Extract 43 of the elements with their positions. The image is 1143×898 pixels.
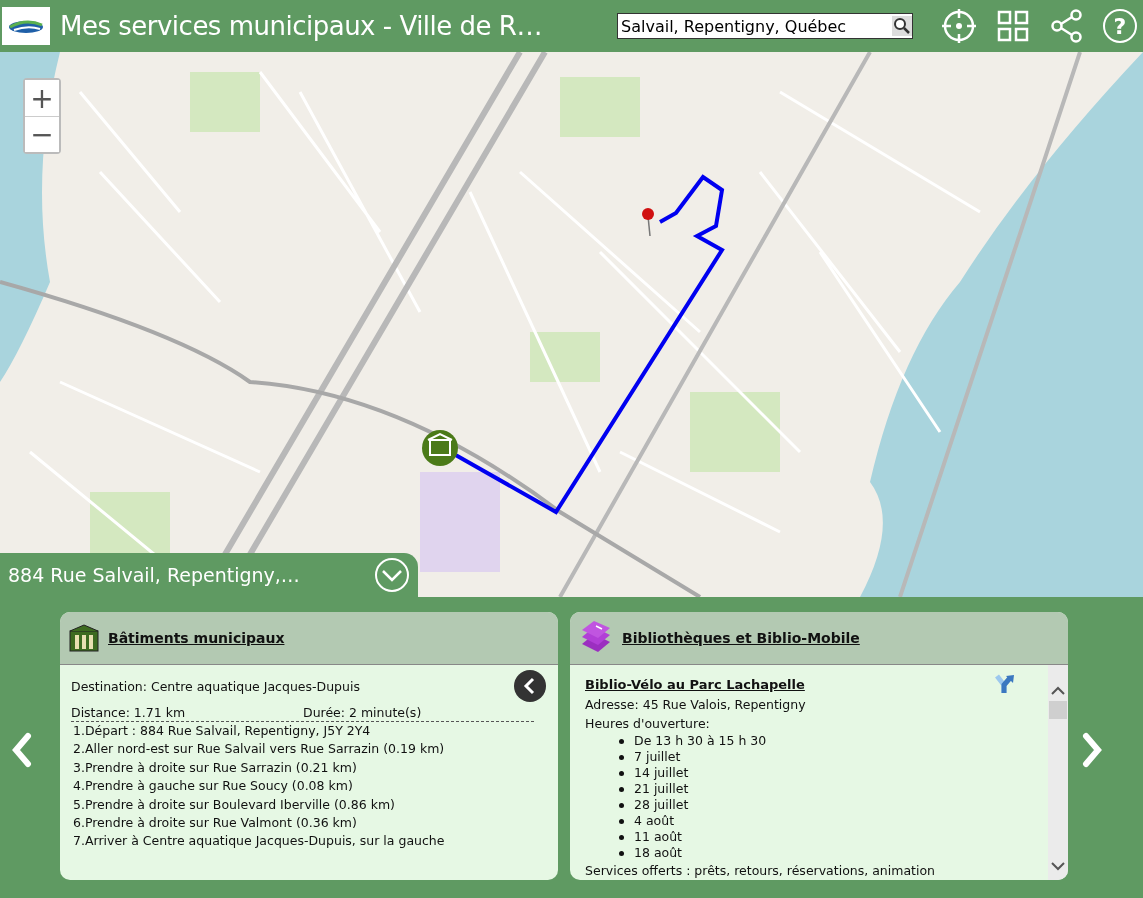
scroll-up-icon[interactable]: [1050, 685, 1066, 695]
locate-crosshair-icon[interactable]: [941, 8, 977, 44]
direction-step: 3.Prendre à droite sur Rue Sarrazin (0.21 km): [71, 758, 546, 778]
card-title-link[interactable]: Bibliothèques et Biblio-Mobile: [622, 630, 860, 646]
location-address: 884 Rue Salvail, Repentigny,…: [8, 564, 300, 586]
direction-step: 4.Prendre à gauche sur Rue Soucy (0.08 km): [71, 777, 546, 796]
directions-arrow-icon[interactable]: [994, 673, 1016, 695]
hours-item: 4 août: [619, 813, 1038, 829]
duration-text: Durée: 2 minute(s): [303, 705, 422, 720]
destination-text: Destination: Centre aquatique Jacques-Dupuis: [71, 678, 360, 694]
grid-icon[interactable]: [995, 8, 1031, 44]
city-logo-icon: [2, 7, 50, 45]
scroll-down-icon[interactable]: [1050, 862, 1066, 872]
scrollbar[interactable]: [1048, 665, 1068, 880]
direction-step: 7.Arriver à Centre aquatique Jacques-Dupuis, sur la gauche: [71, 832, 546, 851]
services-text: Services offerts : prêts, retours, réservations, animation: [585, 862, 936, 880]
direction-step: 6.Prendre à droite sur Rue Valmont (0.36 km): [71, 814, 546, 833]
share-icon[interactable]: [1049, 8, 1085, 44]
direction-step: 1.Départ : 884 Rue Salvail, Repentigny, J5Y 2Y4: [71, 722, 546, 741]
scrollbar-thumb[interactable]: [1049, 701, 1067, 719]
building-marker-icon[interactable]: [422, 430, 458, 466]
search-icon[interactable]: [892, 16, 912, 36]
hours-item: 11 août: [619, 829, 1038, 845]
hours-item: 14 juillet: [619, 765, 1038, 781]
hours-item: 18 août: [619, 845, 1038, 861]
hours-label: Heures d'ouverture:: [585, 715, 711, 733]
building-icon: [68, 623, 100, 653]
collapse-chevron-icon[interactable]: [374, 557, 410, 593]
hours-item: De 13 h 30 à 15 h 30: [619, 733, 1038, 749]
zoom-out-button[interactable]: −: [25, 116, 59, 152]
distance-text: Distance: 1.71 km: [71, 705, 187, 720]
direction-step: 5.Prendre à droite sur Boulevard Iberville (0.86 km): [71, 795, 546, 815]
map-pin-icon[interactable]: [642, 208, 654, 237]
hours-item: 28 juillet: [619, 797, 1038, 813]
back-chevron-icon[interactable]: [514, 670, 546, 702]
address-text: Adresse: 45 Rue Valois, Repentigny: [585, 696, 807, 714]
direction-step: 2.Aller nord-est sur Rue Salvail vers Rue Sarrazin (0.19 km): [71, 740, 546, 759]
hours-item: 21 juillet: [619, 781, 1038, 797]
app-title: Mes services municipaux - Ville de R…: [60, 11, 543, 41]
card-title-link[interactable]: Bâtiments municipaux: [108, 630, 285, 646]
hours-item: 7 juillet: [619, 749, 1038, 765]
search-field[interactable]: Salvail, Repentigny, Québec: [617, 13, 913, 39]
facility-name-link[interactable]: Biblio-Vélo au Parc Lachapelle: [585, 676, 805, 692]
